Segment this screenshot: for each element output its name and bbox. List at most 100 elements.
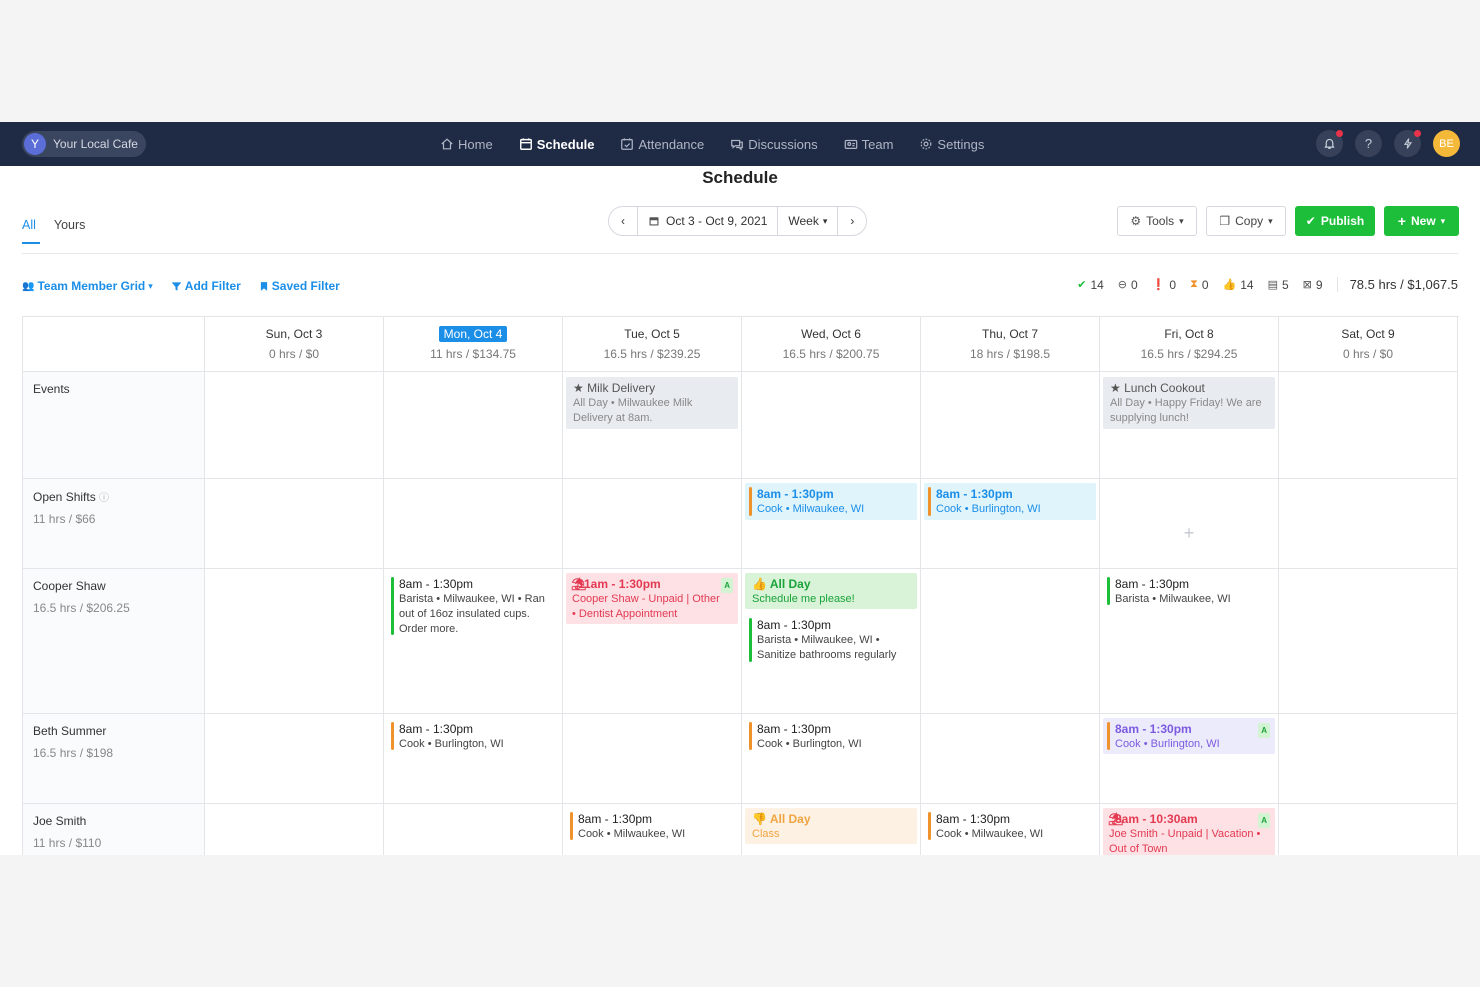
help-circle-icon[interactable]: ⓘ bbox=[99, 493, 109, 504]
shift-time: 8am - 1:30pm bbox=[757, 487, 834, 501]
copy-button[interactable]: ❐ Copy ▾ bbox=[1206, 206, 1286, 236]
day-header[interactable]: Sat, Oct 9 0 hrs / $0 bbox=[1279, 317, 1458, 372]
tab-yours[interactable]: Yours bbox=[54, 218, 86, 244]
grid-cell[interactable] bbox=[205, 714, 384, 804]
grid-view-select[interactable]: 👥 Team Member Grid ▾ bbox=[22, 279, 153, 293]
prev-week-button[interactable]: ‹ bbox=[609, 207, 637, 235]
shift-card[interactable]: 8am - 1:30pm Barista • Milwaukee, WI • R… bbox=[387, 573, 559, 639]
grid-cell[interactable] bbox=[563, 479, 742, 569]
grid-cell[interactable] bbox=[742, 372, 921, 479]
grid-cell[interactable]: 8am - 1:30pm Cook • Burlington, WI bbox=[921, 479, 1100, 569]
day-header[interactable]: Fri, Oct 8 16.5 hrs / $294.25 bbox=[1100, 317, 1279, 372]
next-week-button[interactable]: › bbox=[838, 207, 866, 235]
stat-conflicts[interactable]: ❗ 0 bbox=[1152, 278, 1176, 292]
help-button[interactable]: ? bbox=[1355, 130, 1382, 157]
grid-cell[interactable] bbox=[384, 804, 563, 855]
event-card[interactable]: ★ Milk Delivery All Day • Milwaukee Milk… bbox=[566, 377, 738, 429]
shift-card[interactable]: 8am - 1:30pm Cook • Milwaukee, WI bbox=[566, 808, 738, 844]
grid-cell[interactable]: 👍 All Day Schedule me please! 8am - 1:30… bbox=[742, 569, 921, 714]
shift-card[interactable]: 8am - 1:30pm Cook • Milwaukee, WI bbox=[924, 808, 1096, 844]
grid-cell[interactable]: ★ Milk Delivery All Day • Milwaukee Milk… bbox=[563, 372, 742, 479]
stat-unavailable[interactable]: ⊖ 0 bbox=[1118, 278, 1138, 292]
stat-notes[interactable]: ▤ 5 bbox=[1268, 278, 1289, 292]
grid-cell[interactable] bbox=[921, 714, 1100, 804]
grid-cell[interactable]: 8am - 1:30pm Cook • Milwaukee, WI bbox=[563, 804, 742, 855]
date-range-picker[interactable]: Oct 3 - Oct 9, 2021 bbox=[638, 214, 777, 228]
saved-filter-button[interactable]: Saved Filter bbox=[259, 279, 340, 293]
day-header[interactable]: Wed, Oct 6 16.5 hrs / $200.75 bbox=[742, 317, 921, 372]
day-header[interactable]: Mon, Oct 4 11 hrs / $134.75 bbox=[384, 317, 563, 372]
time-off-card[interactable]: ⛱ 11am - 1:30pm A Cooper Shaw - Unpaid | … bbox=[566, 573, 738, 624]
employee-name[interactable]: Beth Summer bbox=[33, 724, 194, 738]
row-label: Events bbox=[23, 372, 205, 479]
shift-detail: Cook • Milwaukee, WI bbox=[578, 828, 686, 840]
time-off-card[interactable]: ⛱ 8am - 10:30am A Joe Smith - Unpaid | Va… bbox=[1103, 808, 1275, 855]
grid-cell[interactable]: 8am - 1:30pm Cook • Milwaukee, WI bbox=[742, 479, 921, 569]
stat-scheduled[interactable]: ✔ 14 bbox=[1077, 278, 1104, 292]
shift-card[interactable]: 8am - 1:30pm Cook • Burlington, WI bbox=[387, 718, 559, 754]
shift-card-pending[interactable]: 8am - 1:30pm A Cook • Burlington, WI bbox=[1103, 718, 1275, 754]
grid-cell[interactable] bbox=[205, 372, 384, 479]
grid-cell[interactable] bbox=[384, 372, 563, 479]
grid-cell[interactable]: 8am - 1:30pm Barista • Milwaukee, WI bbox=[1100, 569, 1279, 714]
employee-name[interactable]: Cooper Shaw bbox=[33, 579, 194, 593]
nav-discussions[interactable]: Discussions bbox=[730, 137, 818, 152]
whats-new-button[interactable] bbox=[1394, 130, 1421, 157]
notifications-button[interactable] bbox=[1316, 130, 1343, 157]
stat-available[interactable]: 👍 14 bbox=[1223, 278, 1254, 292]
grid-cell[interactable]: ⛱ 8am - 10:30am A Joe Smith - Unpaid | Va… bbox=[1100, 804, 1279, 855]
grid-cell[interactable]: 8am - 1:30pm Barista • Milwaukee, WI • R… bbox=[384, 569, 563, 714]
tools-button[interactable]: ⚙ Tools ▾ bbox=[1117, 206, 1197, 236]
add-shift-icon[interactable]: + bbox=[1100, 523, 1278, 544]
grid-cell[interactable] bbox=[205, 479, 384, 569]
nav-team[interactable]: Team bbox=[844, 137, 893, 152]
shift-card[interactable]: 8am - 1:30pm Barista • Milwaukee, WI bbox=[1103, 573, 1275, 609]
grid-cell[interactable]: 8am - 1:30pm Cook • Milwaukee, WI bbox=[921, 804, 1100, 855]
grid-cell[interactable]: 8am - 1:30pm Cook • Burlington, WI bbox=[742, 714, 921, 804]
grid-cell[interactable]: 8am - 1:30pm A Cook • Burlington, WI bbox=[1100, 714, 1279, 804]
nav-attendance[interactable]: Attendance bbox=[620, 137, 704, 152]
grid-cell[interactable] bbox=[205, 804, 384, 855]
stat-export[interactable]: ⊠ 9 bbox=[1303, 278, 1323, 292]
grid-cell[interactable] bbox=[921, 569, 1100, 714]
view-select[interactable]: Week ▾ bbox=[778, 214, 837, 228]
event-detail: All Day • Happy Friday! We are bbox=[1110, 397, 1262, 409]
grid-cell[interactable]: ⛱ 11am - 1:30pm A Cooper Shaw - Unpaid | … bbox=[563, 569, 742, 714]
grid-cell[interactable] bbox=[1279, 479, 1458, 569]
open-shift-card[interactable]: 8am - 1:30pm Cook • Burlington, WI bbox=[924, 483, 1096, 520]
grid-cell[interactable] bbox=[563, 714, 742, 804]
event-card[interactable]: ★ Lunch Cookout All Day • Happy Friday! … bbox=[1103, 377, 1275, 429]
grid-cell[interactable] bbox=[384, 479, 563, 569]
stat-pending-value: 0 bbox=[1201, 277, 1209, 292]
stat-pending[interactable]: ⧗ 0 bbox=[1190, 278, 1208, 292]
check-icon: ✔ bbox=[1305, 214, 1316, 228]
day-header[interactable]: Sun, Oct 3 0 hrs / $0 bbox=[205, 317, 384, 372]
publish-button[interactable]: ✔ Publish bbox=[1295, 206, 1375, 236]
open-shift-card[interactable]: 8am - 1:30pm Cook • Milwaukee, WI bbox=[745, 483, 917, 520]
grid-cell[interactable]: ★ Lunch Cookout All Day • Happy Friday! … bbox=[1100, 372, 1279, 479]
grid-cell[interactable] bbox=[1279, 804, 1458, 855]
shift-card[interactable]: 8am - 1:30pm Barista • Milwaukee, WI • S… bbox=[745, 614, 917, 666]
grid-cell[interactable] bbox=[1279, 569, 1458, 714]
availability-card[interactable]: 👍 All Day Schedule me please! bbox=[745, 573, 917, 609]
workspace-switcher[interactable]: Y Your Local Cafe bbox=[22, 131, 146, 157]
grid-cell[interactable] bbox=[1279, 372, 1458, 479]
employee-name[interactable]: Joe Smith bbox=[33, 814, 194, 828]
day-header[interactable]: Thu, Oct 7 18 hrs / $198.5 bbox=[921, 317, 1100, 372]
grid-cell[interactable] bbox=[205, 569, 384, 714]
user-avatar[interactable]: BE bbox=[1433, 130, 1460, 157]
new-button[interactable]: + New ▾ bbox=[1384, 206, 1459, 236]
nav-settings[interactable]: Settings bbox=[919, 137, 984, 152]
unavailability-card[interactable]: 👎 All Day Class bbox=[745, 808, 917, 844]
grid-cell[interactable]: 👎 All Day Class bbox=[742, 804, 921, 855]
tab-all[interactable]: All bbox=[22, 218, 40, 244]
grid-cell[interactable] bbox=[921, 372, 1100, 479]
shift-card[interactable]: 8am - 1:30pm Cook • Burlington, WI bbox=[745, 718, 917, 754]
nav-schedule[interactable]: Schedule bbox=[519, 137, 594, 152]
grid-cell[interactable] bbox=[1279, 714, 1458, 804]
nav-home[interactable]: Home bbox=[440, 137, 493, 152]
add-filter-button[interactable]: Add Filter bbox=[171, 279, 241, 293]
day-header[interactable]: Tue, Oct 5 16.5 hrs / $239.25 bbox=[563, 317, 742, 372]
grid-cell[interactable]: + bbox=[1100, 479, 1279, 569]
grid-cell[interactable]: 8am - 1:30pm Cook • Burlington, WI bbox=[384, 714, 563, 804]
